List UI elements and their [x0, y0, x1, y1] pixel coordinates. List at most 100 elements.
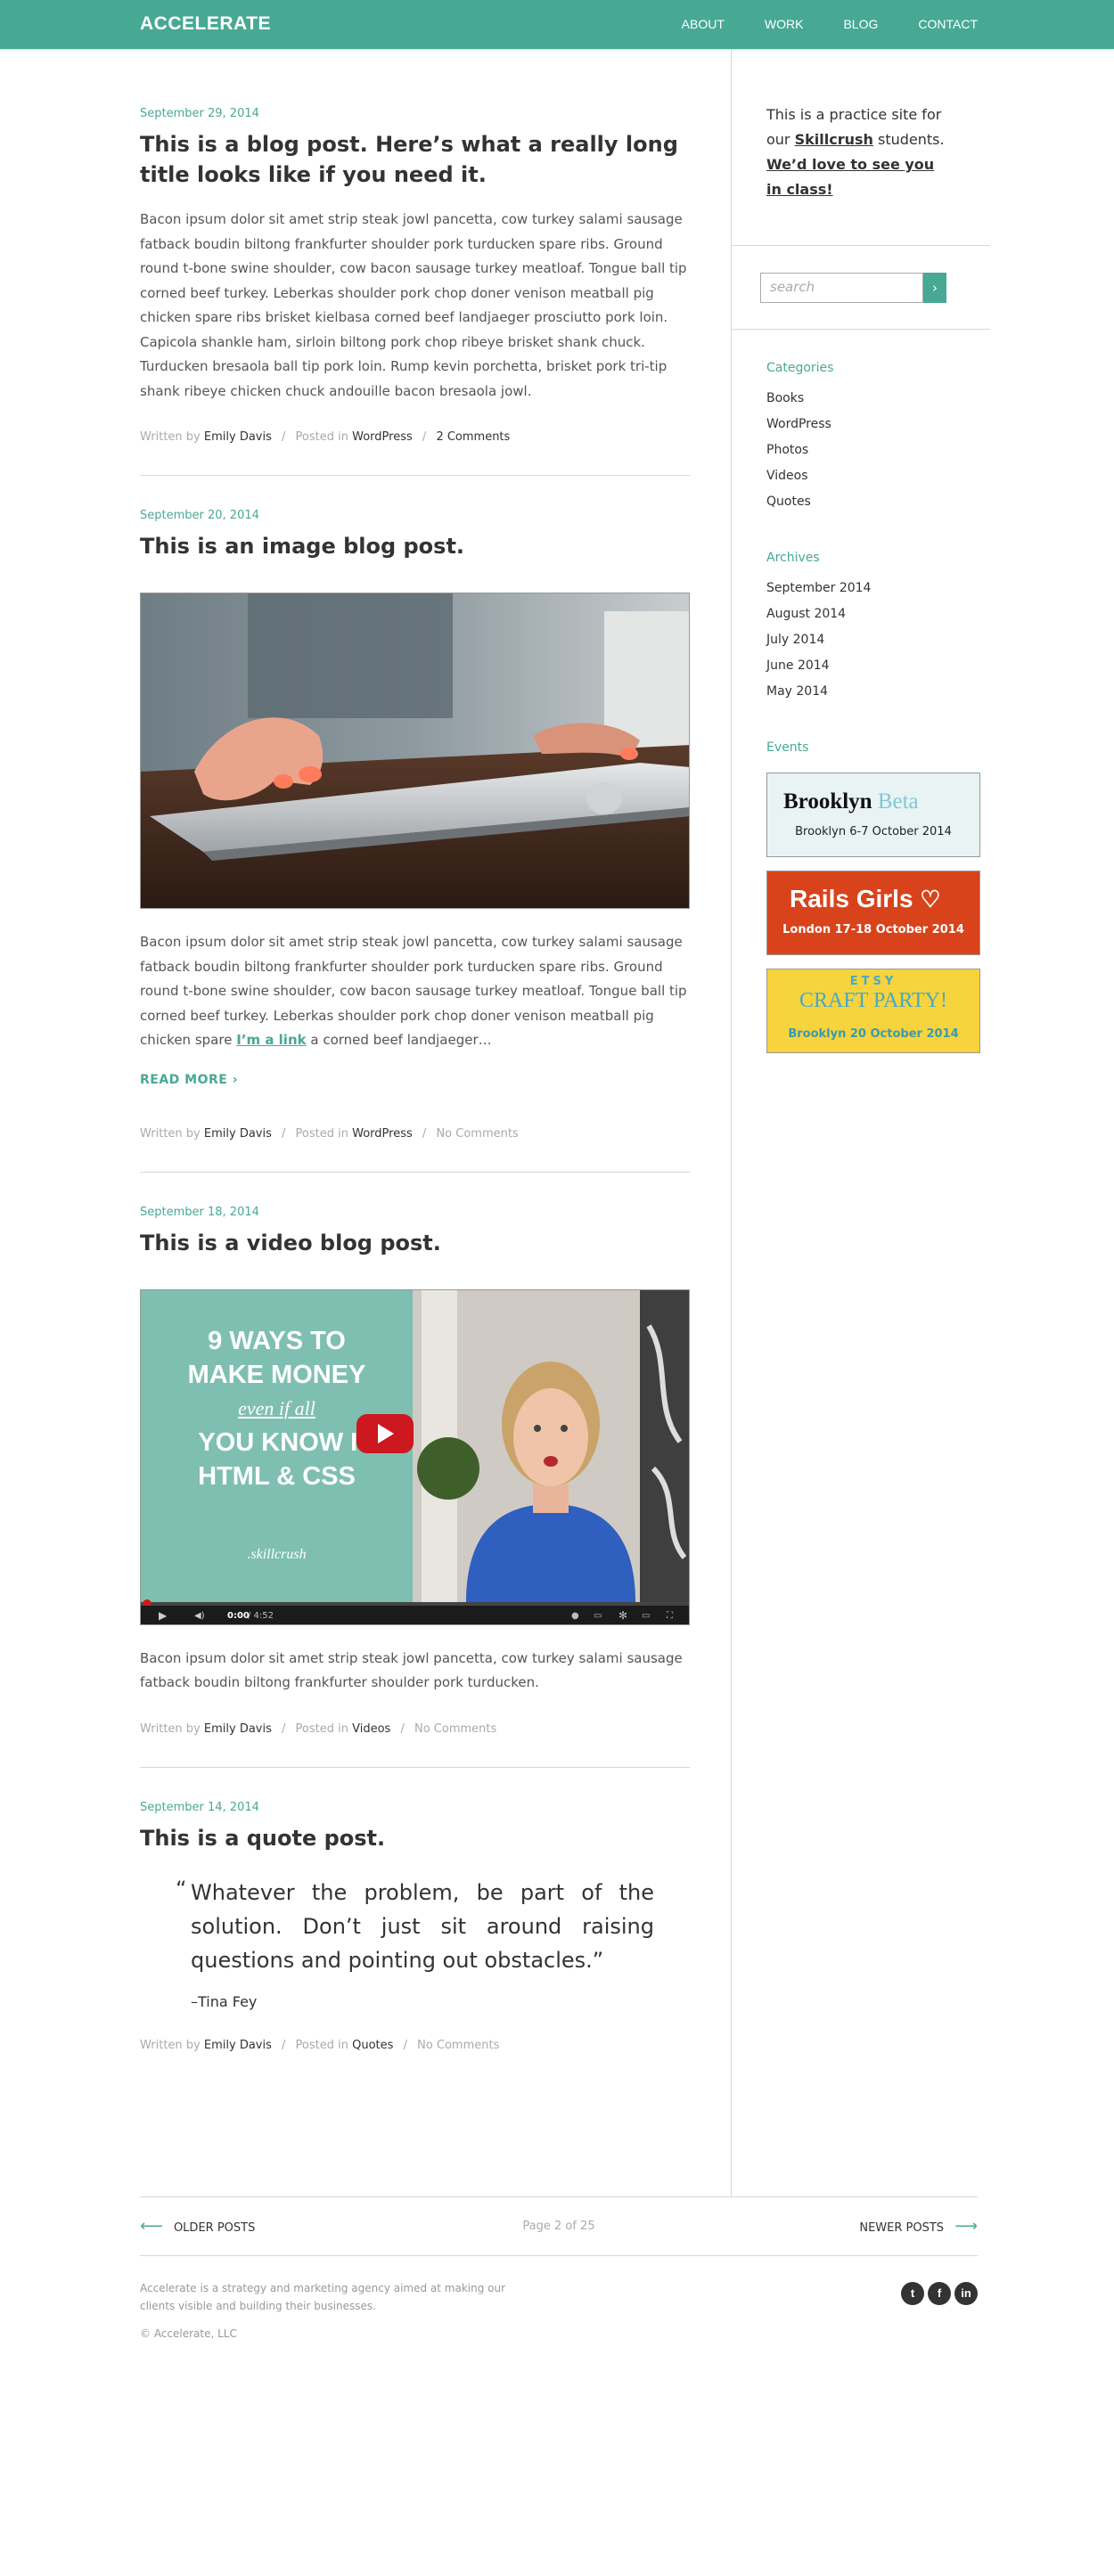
chevron-right-icon: ›: [932, 280, 938, 296]
archive-link[interactable]: July 2014: [766, 627, 990, 653]
post-title[interactable]: This is a blog post. Here’s what a reall…: [140, 129, 690, 190]
fullscreen-icon[interactable]: ⛶: [667, 1606, 673, 1624]
written-by-label: Written by: [140, 1721, 201, 1736]
video-player[interactable]: 9 WAYS TO MAKE MONEY even if all YOU KNO…: [140, 1288, 690, 1625]
post-comments-link[interactable]: No Comments: [417, 2039, 499, 2052]
linkedin-icon[interactable]: in: [954, 2282, 978, 2305]
archive-link[interactable]: September 2014: [766, 576, 990, 601]
blog-post: September 18, 2014 This is a video blog …: [140, 1206, 690, 1768]
main-nav: ABOUT WORK BLOG CONTACT: [682, 17, 978, 31]
category-link[interactable]: Books: [766, 386, 990, 412]
search-section: search ›: [732, 246, 990, 330]
nav-blog[interactable]: BLOG: [843, 17, 878, 31]
skillcrush-link[interactable]: Skillcrush: [795, 131, 873, 148]
event-banner-etsy-craft-party[interactable]: ETSY CRAFT PARTY! Brooklyn 20 October 20…: [766, 969, 980, 1053]
event-name: ETSY: [849, 975, 897, 988]
video-thumbnail-person: [413, 1289, 689, 1602]
post-category-link[interactable]: WordPress: [352, 1127, 413, 1141]
nav-work[interactable]: WORK: [765, 17, 804, 31]
post-date[interactable]: September 20, 2014: [140, 509, 690, 522]
post-title[interactable]: This is a quote post.: [140, 1823, 690, 1853]
video-play-icon[interactable]: ▶: [159, 1606, 167, 1624]
video-time-current: 0:00: [227, 1610, 250, 1621]
brand-text: .skillcrush: [247, 1546, 307, 1562]
captions-icon[interactable]: ▭: [594, 1606, 602, 1624]
post-author-link[interactable]: Emily Davis: [204, 430, 272, 444]
post-category-link[interactable]: Videos: [352, 1722, 390, 1736]
event-name-accent: Beta: [877, 789, 919, 814]
post-comments-link[interactable]: 2 Comments: [436, 430, 510, 444]
blog-post: September 29, 2014 This is a blog post. …: [140, 107, 690, 476]
post-comments-link[interactable]: No Comments: [414, 1722, 496, 1736]
sidebar: This is a practice site for our Skillcru…: [731, 49, 990, 2196]
class-link[interactable]: We’d love to see you in class!: [766, 156, 934, 198]
page-indicator: Page 2 of 25: [522, 2220, 595, 2233]
posted-in-label: Posted in: [295, 2038, 348, 2052]
annotation-icon[interactable]: ●: [571, 1606, 579, 1624]
post-title[interactable]: This is a video blog post.: [140, 1228, 690, 1258]
post-date[interactable]: September 29, 2014: [140, 107, 690, 120]
open-quote-mark: “: [176, 1876, 187, 1901]
search-input[interactable]: search: [760, 273, 923, 303]
post-meta: Written by Emily Davis / Posted in Quote…: [140, 2038, 500, 2052]
category-link[interactable]: WordPress: [766, 412, 990, 438]
footer-copyright: © Accelerate, LLC: [140, 2327, 237, 2340]
post-date[interactable]: September 14, 2014: [140, 1801, 690, 1814]
categories-heading: Categories: [766, 361, 834, 375]
archive-link[interactable]: August 2014: [766, 601, 990, 627]
blockquote: “ Whatever the problem, be part of the s…: [176, 1876, 654, 1977]
event-caption: Brooklyn 20 October 2014: [788, 1027, 959, 1041]
pagination: ⟵ OLDER POSTS Page 2 of 25 NEWER POSTS ⟶: [140, 2196, 978, 2256]
newer-posts-link[interactable]: NEWER POSTS ⟶: [859, 2217, 978, 2236]
post-meta: Written by Emily Davis / Posted in WordP…: [140, 430, 511, 444]
post-meta: Written by Emily Davis / Posted in Video…: [140, 1721, 497, 1736]
blog-post: September 14, 2014 This is a quote post.…: [140, 1801, 690, 2083]
post-comments-link[interactable]: No Comments: [436, 1127, 518, 1141]
post-title[interactable]: This is an image blog post.: [140, 531, 690, 561]
post-author-link[interactable]: Emily Davis: [204, 2039, 272, 2052]
nav-contact[interactable]: CONTACT: [918, 17, 978, 31]
post-category-link[interactable]: WordPress: [352, 430, 413, 444]
quote-author: –Tina Fey: [191, 1992, 258, 2010]
settings-gear-icon[interactable]: ✻: [618, 1606, 627, 1624]
posted-in-label: Posted in: [295, 430, 348, 444]
read-more-link[interactable]: READ MORE ›: [140, 1073, 690, 1087]
post-author-link[interactable]: Emily Davis: [204, 1722, 272, 1736]
quote-text: Whatever the problem, be part of the sol…: [191, 1879, 654, 1973]
post-meta: Written by Emily Davis / Posted in WordP…: [140, 1126, 519, 1141]
event-name: Rails Girls: [790, 885, 913, 912]
category-link[interactable]: Quotes: [766, 489, 990, 515]
theater-mode-icon[interactable]: ▭: [642, 1606, 650, 1624]
event-caption: Brooklyn 6-7 October 2014: [795, 825, 952, 838]
twitter-icon[interactable]: t: [901, 2282, 924, 2305]
site-header: ACCELERATE ABOUT WORK BLOG CONTACT: [0, 0, 1114, 49]
play-icon[interactable]: [356, 1413, 414, 1453]
event-name-accent: CRAFT PARTY!: [799, 989, 947, 1012]
post-body: Bacon ipsum dolor sit amet strip steak j…: [140, 1649, 683, 1691]
written-by-label: Written by: [140, 430, 201, 444]
event-banner-brooklyn-beta[interactable]: Brooklyn Beta Brooklyn 6-7 October 2014: [766, 773, 980, 857]
written-by-label: Written by: [140, 2038, 201, 2052]
written-by-label: Written by: [140, 1126, 201, 1141]
search-submit-button[interactable]: ›: [923, 273, 946, 303]
site-logo[interactable]: ACCELERATE: [140, 13, 271, 35]
post-category-link[interactable]: Quotes: [352, 2039, 393, 2052]
post-date[interactable]: September 18, 2014: [140, 1206, 690, 1219]
facebook-icon[interactable]: f: [928, 2282, 951, 2305]
category-link[interactable]: Photos: [766, 438, 990, 463]
post-author-link[interactable]: Emily Davis: [204, 1127, 272, 1141]
blog-post: September 20, 2014 This is an image blog…: [140, 509, 690, 1173]
inline-link[interactable]: I’m a link: [236, 1032, 306, 1048]
archives-widget: Archives September 2014 August 2014 July…: [732, 551, 990, 705]
archive-link[interactable]: June 2014: [766, 653, 990, 679]
category-link[interactable]: Videos: [766, 463, 990, 489]
event-caption: London 17-18 October 2014: [782, 923, 964, 936]
archives-heading: Archives: [766, 551, 820, 565]
nav-about[interactable]: ABOUT: [682, 17, 725, 31]
archive-link[interactable]: May 2014: [766, 679, 990, 705]
volume-icon[interactable]: ◀): [194, 1606, 205, 1624]
post-body: Bacon ipsum dolor sit amet strip steak j…: [140, 934, 687, 1048]
posted-in-label: Posted in: [295, 1126, 348, 1141]
heart-icon: ♡: [920, 886, 941, 912]
event-banner-rails-girls[interactable]: Rails Girls ♡ London 17-18 October 2014: [766, 871, 980, 955]
